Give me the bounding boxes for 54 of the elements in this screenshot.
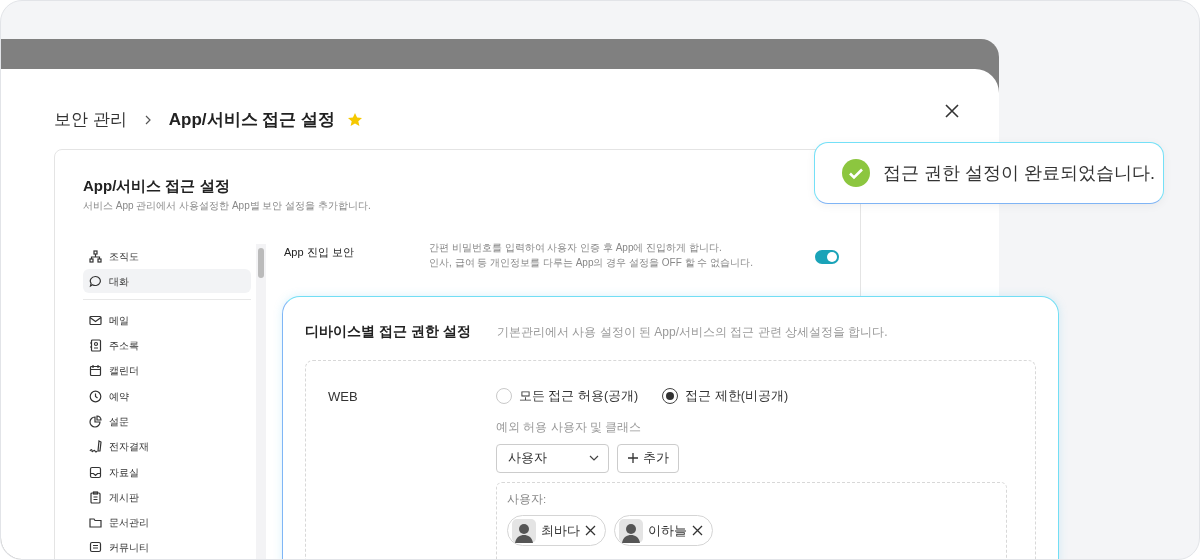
avatar-icon: [619, 518, 643, 543]
plus-icon: [627, 452, 639, 465]
clipboard-icon: [89, 490, 102, 504]
signature-icon: [89, 440, 102, 454]
avatar-icon: [512, 518, 536, 543]
remove-icon[interactable]: [692, 525, 703, 536]
check-circle-icon: [842, 159, 870, 187]
message-board-icon: [89, 541, 102, 555]
folder-icon: [89, 516, 102, 530]
calendar-icon: [89, 364, 102, 378]
remove-icon[interactable]: [585, 525, 596, 536]
speech-bubble-icon: [89, 274, 102, 288]
close-button[interactable]: [943, 102, 961, 120]
setting-description: 간편 비밀번호를 입력하여 사용자 인증 후 App에 진입하게 합니다.: [429, 241, 723, 255]
sidebar-item[interactable]: 설문: [83, 409, 251, 434]
address-book-icon: [89, 339, 102, 353]
card-title: App/서비스 접근 설정: [83, 177, 231, 195]
radio-label[interactable]: 접근 제한(비공개): [685, 387, 789, 406]
sidebar-item[interactable]: 캘린더: [83, 358, 251, 383]
sidebar-item[interactable]: 자료실: [83, 460, 251, 485]
panel-title: 디바이스별 접근 권한 설정: [305, 322, 472, 341]
pie-chart-icon: [89, 415, 102, 428]
setting-description: 인사, 급여 등 개인정보를 다루는 App의 경우 설정을 OFF 할 수 없습니다.: [429, 256, 754, 270]
breadcrumb-parent[interactable]: 보안 관리: [54, 107, 127, 133]
panel-description: 기본관리에서 사용 설정이 된 App/서비스의 접근 관련 상세설정을 합니다.: [497, 323, 888, 341]
sidebar-item[interactable]: 전자결재: [83, 434, 251, 459]
setting-label: App 진입 보안: [284, 245, 355, 260]
envelope-icon: [89, 313, 102, 327]
dropdown-select[interactable]: 사용자: [496, 443, 609, 473]
card-subtitle: 서비스 App 관리에서 사용설정한 App별 보안 설정을 추가합니다.: [83, 199, 372, 213]
page-title: App/서비스 접근 설정: [168, 109, 335, 131]
sidebar-item[interactable]: 메일: [83, 308, 251, 333]
inbox-icon: [89, 465, 102, 479]
sidebar-item[interactable]: 대화: [83, 269, 251, 294]
sidebar-item[interactable]: 커뮤니티: [83, 535, 251, 559]
chip-area-label: 사용자:: [507, 491, 548, 507]
user-name: 최바다: [541, 521, 580, 540]
sidebar-item[interactable]: 게시판: [83, 485, 251, 510]
sidebar-item[interactable]: 주소록: [83, 333, 251, 358]
star-icon[interactable]: [346, 111, 363, 128]
clock-icon: [89, 389, 102, 403]
toast-message: 접근 권한 설정이 완료되었습니다.: [883, 161, 1155, 185]
sidebar-item[interactable]: 예약: [83, 384, 251, 409]
scrollbar-track[interactable]: [256, 244, 266, 559]
radio-label[interactable]: 모든 접근 허용(공개): [519, 387, 639, 406]
field-label: 예외 허용 사용자 및 클래스: [496, 418, 643, 436]
scrollbar-thumb[interactable]: [258, 248, 264, 278]
toggle-switch[interactable]: [815, 250, 839, 264]
sidebar-item[interactable]: 문서관리: [83, 510, 251, 535]
user-name: 이하늘: [648, 521, 687, 540]
add-button[interactable]: 추가: [617, 443, 679, 473]
org-chart-icon: [89, 249, 102, 263]
row-label: WEB: [328, 388, 359, 406]
sidebar-item[interactable]: 조직도: [83, 244, 251, 268]
